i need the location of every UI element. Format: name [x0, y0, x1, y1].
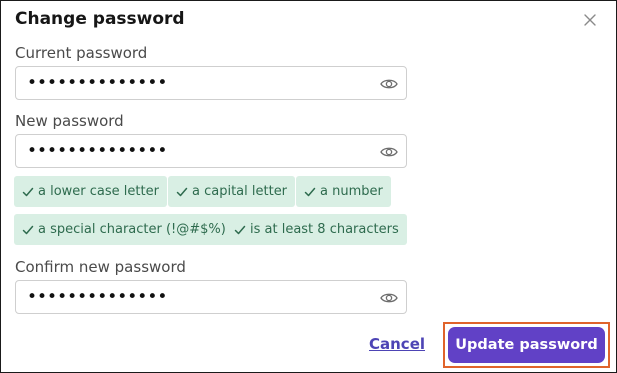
- requirement-chip-special: a special character (!@#$%): [14, 214, 234, 245]
- change-password-dialog: Change password Current password •••••••…: [0, 0, 617, 373]
- requirement-label: a lower case letter: [38, 184, 159, 199]
- requirement-label: a capital letter: [192, 184, 288, 199]
- confirm-password-field[interactable]: ••••••••••••••: [15, 280, 407, 314]
- current-password-field[interactable]: ••••••••••••••: [15, 66, 407, 100]
- close-icon: [584, 14, 596, 26]
- dialog-title: Change password: [15, 9, 185, 29]
- new-password-value: ••••••••••••••: [27, 141, 168, 161]
- requirement-chip-length: is at least 8 characters: [226, 214, 407, 245]
- eye-icon[interactable]: [380, 76, 398, 92]
- requirement-label: a special character (!@#$%): [38, 222, 226, 237]
- update-password-button[interactable]: Update password: [448, 327, 605, 363]
- requirement-label: is at least 8 characters: [250, 222, 399, 237]
- check-icon: [176, 187, 188, 196]
- new-password-field[interactable]: ••••••••••••••: [15, 134, 407, 168]
- check-icon: [304, 187, 316, 196]
- current-password-label: Current password: [15, 44, 148, 62]
- requirement-chip-lowercase: a lower case letter: [14, 176, 167, 207]
- requirement-chip-number: a number: [296, 176, 391, 207]
- cancel-button[interactable]: Cancel: [369, 335, 425, 353]
- confirm-password-value: ••••••••••••••: [27, 287, 168, 307]
- confirm-password-label: Confirm new password: [15, 258, 186, 276]
- current-password-value: ••••••••••••••: [27, 73, 168, 93]
- update-password-focus-ring: Update password: [443, 322, 610, 368]
- check-icon: [22, 187, 34, 196]
- eye-icon[interactable]: [380, 290, 398, 306]
- requirement-chip-capital: a capital letter: [168, 176, 296, 207]
- check-icon: [234, 225, 246, 234]
- close-button[interactable]: [579, 9, 601, 31]
- check-icon: [22, 225, 34, 234]
- new-password-label: New password: [15, 112, 124, 130]
- requirement-label: a number: [320, 184, 383, 199]
- eye-icon[interactable]: [380, 144, 398, 160]
